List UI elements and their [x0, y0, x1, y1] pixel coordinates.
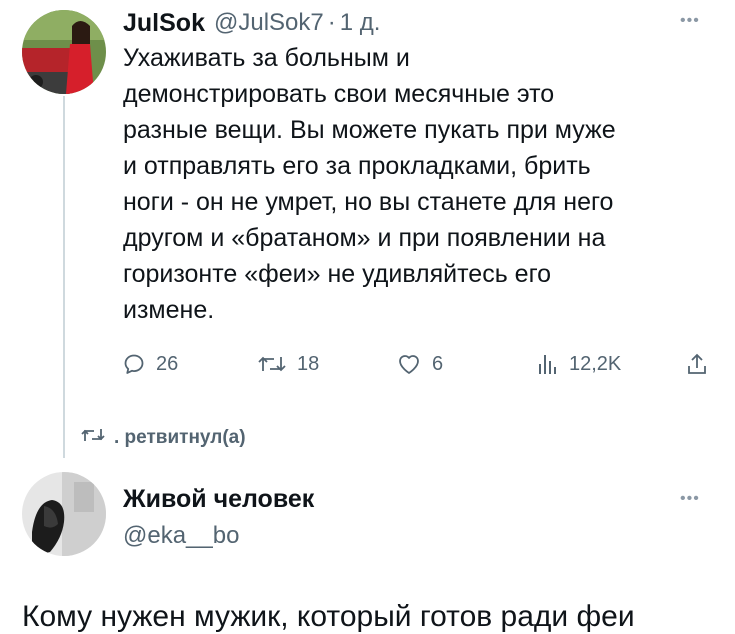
share-button[interactable]	[685, 346, 709, 382]
next-tweet-text: Кому нужен мужик, который готов ради феи	[22, 600, 635, 633]
next-user-avatar[interactable]	[22, 472, 106, 556]
views-count: 12,2K	[569, 352, 622, 375]
retweet-banner: . ретвитнул(а)	[80, 425, 246, 451]
next-user-name[interactable]: Живой человек	[123, 485, 314, 514]
retweet-button[interactable]: 18	[257, 346, 319, 382]
author-avatar[interactable]	[22, 10, 106, 94]
like-button[interactable]: 6	[396, 346, 443, 382]
tweet-meta: @JulSok7 · 1 д.	[214, 9, 380, 37]
retweet-banner-label[interactable]: . ретвитнул(а)	[114, 427, 246, 449]
next-user-avatar-image	[22, 472, 106, 556]
retweet-count: 18	[297, 352, 320, 375]
reply-button[interactable]: 26	[122, 346, 178, 382]
retweet-icon	[257, 352, 287, 376]
author-name[interactable]: JulSok	[123, 9, 205, 38]
bar-chart-icon	[537, 352, 559, 376]
author-handle[interactable]: @JulSok7	[214, 9, 324, 36]
meta-separator: ·	[327, 9, 336, 36]
more-dots-icon[interactable]: •••	[680, 12, 700, 30]
tweet-time[interactable]: 1 д.	[340, 9, 381, 36]
retweet-banner-icon	[80, 425, 106, 451]
author-avatar-image	[22, 10, 106, 94]
views-button[interactable]: 12,2K	[537, 346, 621, 382]
thread-line	[63, 96, 65, 458]
heart-icon	[396, 352, 422, 376]
reply-count: 26	[156, 352, 179, 375]
like-count: 6	[432, 352, 444, 375]
tweet-text: Ухаживать за больным и демонстрировать с…	[123, 44, 616, 324]
next-user-handle[interactable]: @eka__bo	[123, 522, 239, 550]
share-icon	[685, 352, 709, 376]
reply-icon	[122, 352, 146, 376]
more-dots-icon-2[interactable]: •••	[680, 490, 700, 508]
